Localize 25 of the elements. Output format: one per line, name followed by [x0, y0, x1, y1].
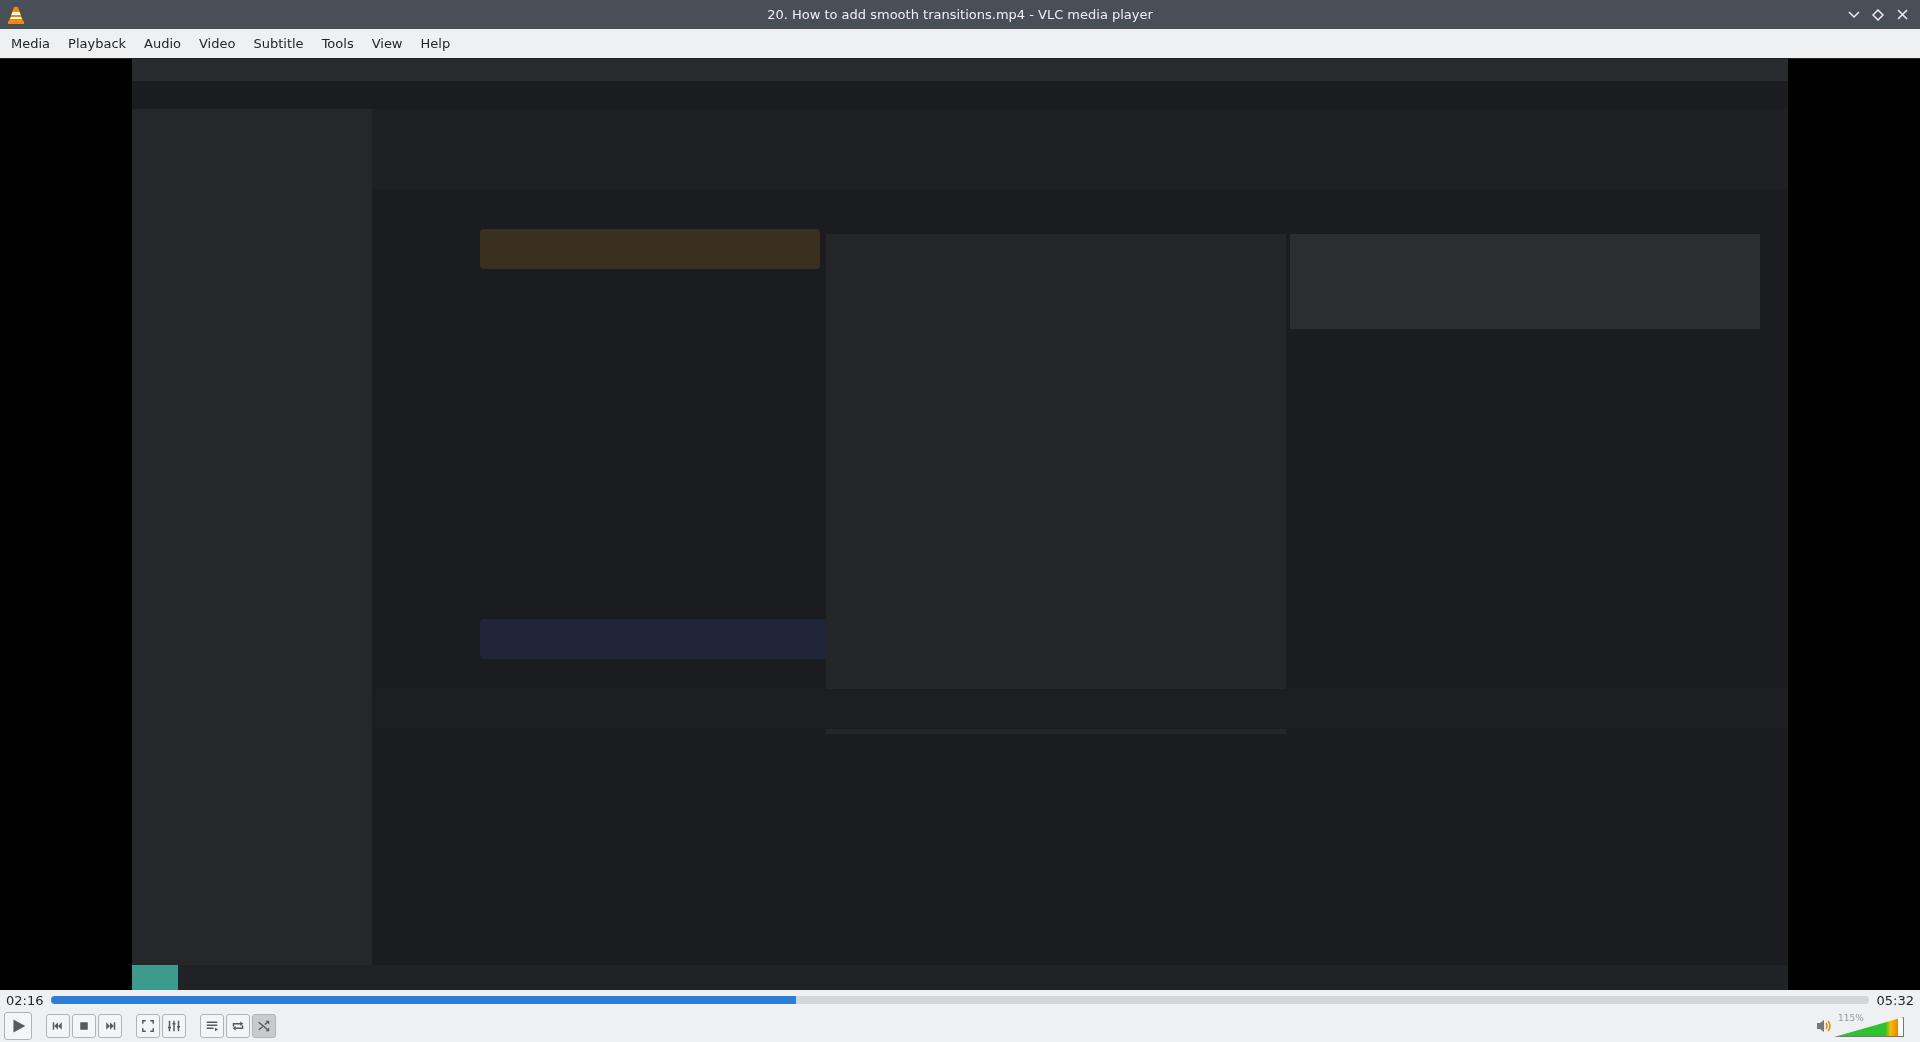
extended-button[interactable] — [162, 1014, 186, 1038]
window-title: 20. How to add smooth transitions.mp4 - VLC media player — [767, 7, 1153, 22]
menu-item[interactable]: Playback — [59, 32, 136, 55]
traffic-cone-icon — [8, 5, 24, 24]
fullscreen-button[interactable] — [136, 1014, 160, 1038]
total-time: 05:32 — [1876, 992, 1914, 1008]
stop-button[interactable] — [72, 1014, 96, 1038]
next-button[interactable] — [98, 1014, 122, 1038]
seek-bar[interactable] — [51, 996, 1869, 1004]
random-button[interactable] — [252, 1014, 276, 1038]
previous-button[interactable] — [46, 1014, 70, 1038]
menu-item[interactable]: Media — [2, 32, 60, 55]
elapsed-time: 02:16 — [6, 992, 44, 1008]
loop-button[interactable] — [226, 1014, 250, 1038]
volume-percent: 115% — [1838, 1013, 1864, 1023]
fullscreen-icon — [139, 1017, 157, 1035]
play-button[interactable] — [4, 1012, 32, 1040]
menu-item[interactable]: Subtitle — [244, 32, 313, 55]
menu-item[interactable]: Audio — [135, 32, 190, 55]
menu-item[interactable]: View — [362, 32, 412, 55]
menu-item[interactable]: Help — [411, 32, 460, 55]
playlist-button[interactable] — [200, 1014, 224, 1038]
menu-item[interactable]: Tools — [312, 32, 363, 55]
menu-item[interactable]: Video — [190, 32, 245, 55]
speaker-icon[interactable] — [1816, 1019, 1832, 1033]
